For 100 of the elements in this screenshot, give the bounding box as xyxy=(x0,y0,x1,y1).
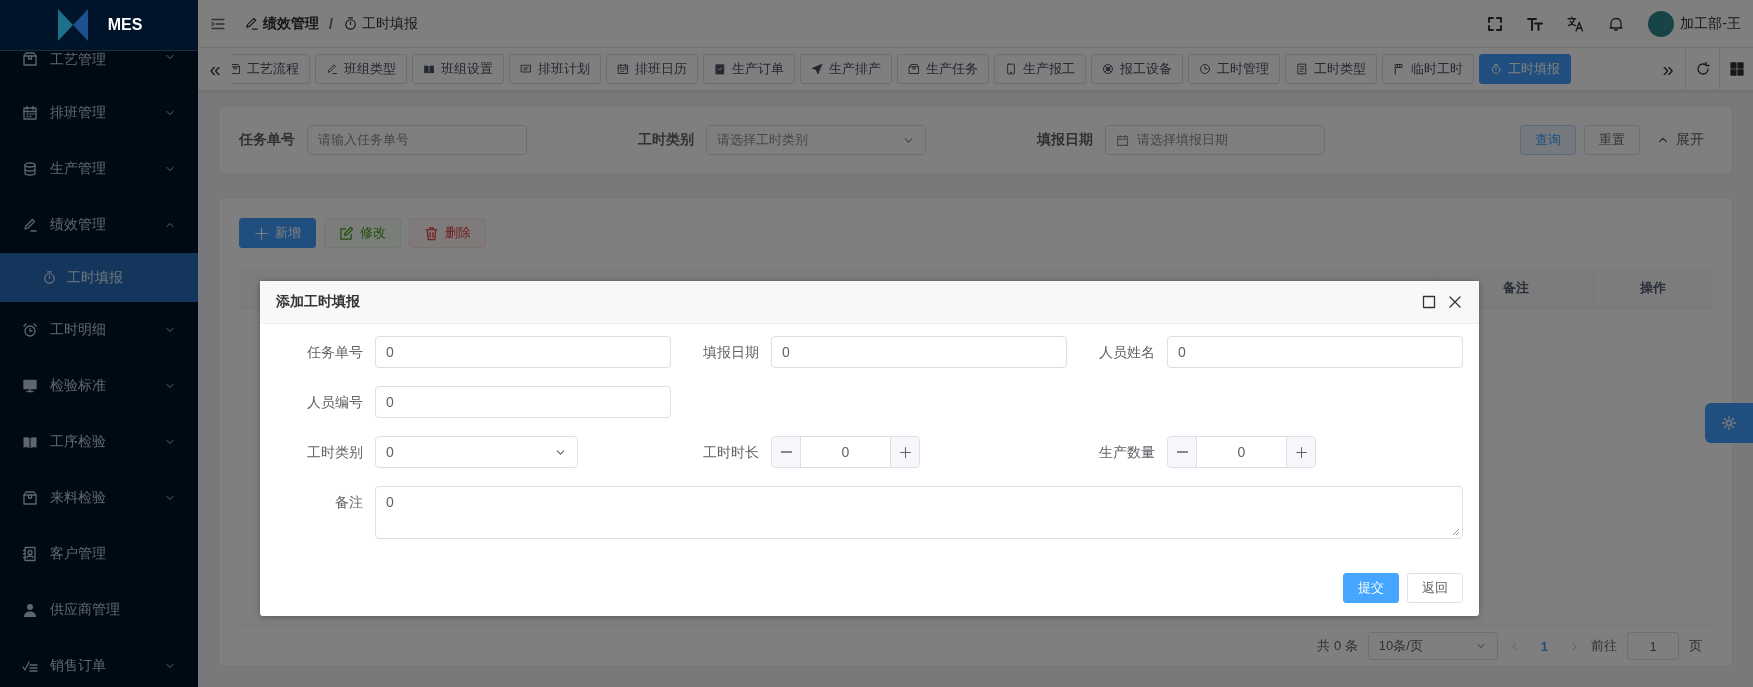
sidebar-item[interactable]: 来料检验 xyxy=(0,470,198,526)
sidebar-item[interactable]: 绩效管理 xyxy=(0,197,198,253)
scroll-right-button[interactable]: » xyxy=(1651,48,1685,90)
sidebar-item[interactable]: 排班管理 xyxy=(0,85,198,141)
dialog-title: 添加工时填报 xyxy=(276,293,361,311)
edit-icon xyxy=(339,225,354,241)
tab[interactable]: 生产任务 xyxy=(897,54,989,84)
tab[interactable]: 生产报工 xyxy=(994,54,1086,84)
tab[interactable]: 工时填报 xyxy=(1479,54,1571,84)
book-icon xyxy=(22,434,38,450)
goto-label: 前往 xyxy=(1591,637,1617,655)
avatar[interactable] xyxy=(1648,10,1675,37)
select-field[interactable]: 0 xyxy=(375,436,578,468)
tab[interactable]: 排班日历 xyxy=(606,54,698,84)
clock-icon xyxy=(1199,63,1211,75)
pencil-icon xyxy=(244,16,259,31)
back-button[interactable]: 返回 xyxy=(1407,573,1463,603)
flag-icon xyxy=(1393,63,1405,75)
input-field[interactable]: 0 xyxy=(375,336,671,368)
search-button[interactable]: 查询 xyxy=(1520,125,1576,155)
sidebar-item[interactable]: 工序检验 xyxy=(0,414,198,470)
sidebar-item[interactable]: 工艺管理 xyxy=(0,51,198,85)
field-label: 备注 xyxy=(334,493,364,512)
sidebar-item[interactable]: 生产管理 xyxy=(0,141,198,197)
breadcrumb-item: 工时填报 xyxy=(361,14,418,33)
paper-plane-icon xyxy=(811,63,823,75)
box-icon xyxy=(22,490,38,506)
message-icon xyxy=(520,63,532,75)
calendar-icon xyxy=(1116,133,1129,147)
stopwatch-icon xyxy=(342,16,358,31)
textarea-field[interactable]: 0 xyxy=(375,486,1463,539)
field-label: 工时时长 xyxy=(702,443,760,462)
field-label: 工时类别 xyxy=(306,443,364,462)
clipboard-icon xyxy=(714,63,726,75)
monitor-icon xyxy=(22,378,38,394)
database-icon xyxy=(22,161,38,177)
page-size-select[interactable]: 10条/页 xyxy=(1367,632,1498,660)
calendar-icon xyxy=(617,63,629,75)
sidebar-item[interactable]: 工时明细 xyxy=(0,302,198,358)
goto-field[interactable]: 1 xyxy=(1627,632,1679,660)
trash-icon xyxy=(424,225,439,241)
tab[interactable]: 临时工时 xyxy=(1382,54,1474,84)
pencil-icon xyxy=(326,63,338,75)
tab[interactable]: 排班计划 xyxy=(509,54,601,84)
logo-icon xyxy=(55,7,90,43)
field-label: 填报日期 xyxy=(702,343,760,362)
translate-icon[interactable] xyxy=(1567,15,1585,32)
sidebar-item[interactable]: 检验标准 xyxy=(0,358,198,414)
input-field[interactable]: 0 xyxy=(771,336,1067,368)
column-header: 操作 xyxy=(1593,268,1712,308)
box-icon xyxy=(232,63,241,75)
scroll-left-button[interactable]: « xyxy=(198,48,232,90)
pencil-icon xyxy=(22,217,38,233)
tab[interactable]: 工艺流程 xyxy=(232,54,310,84)
text-size-icon[interactable] xyxy=(1527,15,1544,32)
add-button[interactable]: 新增 xyxy=(239,218,316,248)
field-label: 人员姓名 xyxy=(1098,343,1156,362)
reset-button[interactable]: 重置 xyxy=(1584,125,1640,155)
document-icon xyxy=(1296,63,1308,75)
tab[interactable]: 生产排产 xyxy=(800,54,892,84)
alarm-clock-icon xyxy=(22,322,38,338)
fullscreen-icon[interactable] xyxy=(1487,15,1504,32)
book-icon xyxy=(423,63,435,75)
tab[interactable]: 工时管理 xyxy=(1188,54,1280,84)
user-name[interactable]: 加工部-王 xyxy=(1680,14,1741,33)
grid-icon xyxy=(1728,61,1745,77)
field-label: 工时类别 xyxy=(638,131,694,149)
tablet-icon xyxy=(1005,63,1017,75)
grid-button[interactable] xyxy=(1719,48,1753,90)
close-icon[interactable] xyxy=(1447,294,1463,310)
plus-icon xyxy=(254,225,269,241)
expand-toggle[interactable]: 展开 xyxy=(1648,131,1712,149)
contact-card-icon xyxy=(22,546,38,562)
sidebar-subitem[interactable]: 工时填报 xyxy=(0,253,198,302)
goto-suffix: 页 xyxy=(1689,637,1702,655)
box-icon xyxy=(908,63,920,75)
maximize-icon[interactable] xyxy=(1421,294,1437,310)
field-label: 生产数量 xyxy=(1098,443,1156,462)
stopwatch-icon xyxy=(42,270,57,285)
resize-handle-icon[interactable] xyxy=(1452,528,1460,536)
app-logo-text: MES xyxy=(107,16,143,34)
sidebar-item[interactable]: 客户管理 xyxy=(0,526,198,582)
tab[interactable]: 班组设置 xyxy=(412,54,504,84)
refresh-button[interactable] xyxy=(1685,48,1719,90)
page-number[interactable]: 1 xyxy=(1530,638,1558,654)
tab[interactable]: 报工设备 xyxy=(1091,54,1183,84)
breadcrumb-item[interactable]: 绩效管理 xyxy=(263,14,319,33)
tab[interactable]: 工时类型 xyxy=(1285,54,1377,84)
breadcrumb-separator: / xyxy=(329,15,333,32)
field-label: 任务单号 xyxy=(239,131,295,149)
submit-button[interactable]: 提交 xyxy=(1343,573,1399,603)
settings-icon xyxy=(1721,415,1737,431)
bell-icon[interactable] xyxy=(1608,15,1625,32)
sidebar-item[interactable]: 销售订单 xyxy=(0,638,198,687)
input-field[interactable]: 0 xyxy=(375,386,671,418)
field-label: 任务单号 xyxy=(306,343,364,362)
tab[interactable]: 班组类型 xyxy=(315,54,407,84)
tab[interactable]: 生产订单 xyxy=(703,54,795,84)
input-field[interactable]: 0 xyxy=(1167,336,1463,368)
sidebar-item[interactable]: 供应商管理 xyxy=(0,582,198,638)
